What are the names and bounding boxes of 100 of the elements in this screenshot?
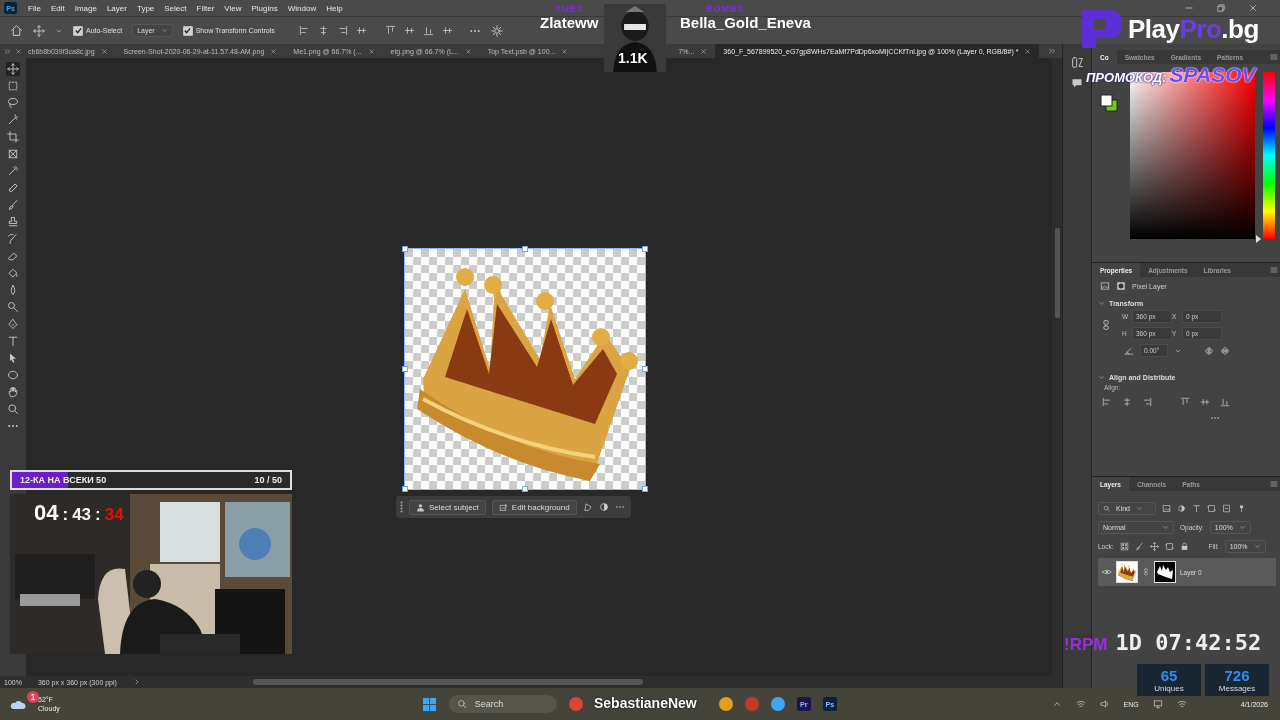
- menu-item[interactable]: Help: [321, 3, 348, 13]
- filter-icon[interactable]: [1192, 504, 1201, 513]
- lasso-icon[interactable]: [6, 96, 20, 110]
- marquee-icon[interactable]: [6, 79, 20, 93]
- monitor-icon[interactable]: [1152, 699, 1163, 709]
- brush-icon[interactable]: [1134, 542, 1144, 551]
- transform-handle[interactable]: [642, 246, 648, 252]
- history-brush-icon[interactable]: [6, 232, 20, 246]
- transform-handle[interactable]: [642, 486, 648, 492]
- checkbox[interactable]: [73, 25, 83, 36]
- align-icon[interactable]: [441, 25, 453, 36]
- crop-icon[interactable]: [6, 130, 20, 144]
- menu-item[interactable]: Layer: [101, 3, 132, 13]
- scrollbar-thumb[interactable]: [252, 679, 643, 685]
- align-icon[interactable]: [1200, 397, 1210, 407]
- align-icon[interactable]: [355, 25, 367, 36]
- close-icon[interactable]: [15, 47, 22, 55]
- close-icon[interactable]: [464, 47, 472, 55]
- close-icon[interactable]: [1248, 3, 1258, 13]
- lock-icon[interactable]: [1179, 542, 1189, 551]
- ellipse-icon[interactable]: [6, 368, 20, 382]
- home-icon[interactable]: [10, 24, 23, 37]
- frame-icon[interactable]: [6, 147, 20, 161]
- select-subject-button[interactable]: Select subject: [409, 499, 486, 515]
- search-bar[interactable]: Search: [448, 695, 557, 713]
- bandage-icon[interactable]: [6, 181, 20, 195]
- move-icon[interactable]: [6, 62, 20, 76]
- network-icon[interactable]: [1075, 699, 1086, 709]
- align-icon[interactable]: [1180, 397, 1190, 407]
- menu-item[interactable]: Type: [131, 3, 160, 13]
- chevron-up-icon[interactable]: [1051, 699, 1062, 709]
- close-icon[interactable]: [100, 47, 108, 55]
- shape-icon[interactable]: [582, 502, 593, 512]
- bucket-icon[interactable]: [6, 266, 20, 280]
- close-icon[interactable]: [561, 47, 569, 55]
- close-icon[interactable]: [367, 47, 375, 55]
- flip-horizontal-icon[interactable]: [1204, 345, 1214, 356]
- align-icon[interactable]: [422, 25, 434, 36]
- filter-icon[interactable]: [1177, 504, 1186, 513]
- hand-icon[interactable]: [6, 385, 20, 399]
- filter-icon[interactable]: [1237, 504, 1246, 513]
- menu-item[interactable]: Window: [282, 3, 322, 13]
- filter-icon[interactable]: [1207, 504, 1216, 513]
- menu-item[interactable]: Image: [69, 3, 102, 13]
- slider-thumb[interactable]: [1256, 235, 1261, 243]
- checker-icon[interactable]: [1119, 542, 1129, 551]
- close-icon[interactable]: [1024, 47, 1032, 55]
- menu-item[interactable]: Edit: [45, 3, 70, 13]
- network-icon[interactable]: [1176, 699, 1187, 709]
- align-icon[interactable]: [384, 25, 396, 36]
- menu-item[interactable]: View: [219, 3, 247, 13]
- chevron-icon[interactable]: [1098, 374, 1105, 381]
- eraser-icon[interactable]: [6, 249, 20, 263]
- app-icon[interactable]: [568, 697, 583, 711]
- transform-handle[interactable]: [522, 486, 528, 492]
- pen-icon[interactable]: [6, 317, 20, 331]
- filter-icon[interactable]: [1222, 504, 1231, 513]
- expand-icon[interactable]: [4, 47, 11, 55]
- magnifier-icon[interactable]: [6, 300, 20, 314]
- zoom-icon[interactable]: [6, 402, 20, 416]
- transform-handle[interactable]: [402, 366, 408, 372]
- edit-background-button[interactable]: Edit background: [491, 499, 577, 515]
- settings-icon[interactable]: [490, 24, 503, 37]
- move-icon[interactable]: [33, 24, 45, 37]
- scrollbar-thumb[interactable]: [1054, 228, 1060, 318]
- align-icon[interactable]: [298, 25, 310, 36]
- brush-icon[interactable]: [6, 198, 20, 212]
- checkbox[interactable]: [182, 25, 193, 36]
- chevron-icon[interactable]: [1098, 300, 1105, 307]
- menu-item[interactable]: File: [23, 3, 46, 13]
- stamp-icon[interactable]: [6, 215, 20, 229]
- speaker-icon[interactable]: [1099, 699, 1110, 709]
- chain-icon[interactable]: [1142, 568, 1150, 576]
- crop-icon[interactable]: [1164, 542, 1174, 551]
- windows-icon[interactable]: [421, 696, 437, 712]
- transform-handle[interactable]: [402, 246, 408, 252]
- comment-icon[interactable]: [1071, 77, 1083, 89]
- menu-item[interactable]: Filter: [191, 3, 220, 13]
- flip-vertical-icon[interactable]: [1220, 345, 1230, 356]
- filter-icon[interactable]: [1162, 504, 1171, 513]
- align-icon[interactable]: [1102, 397, 1112, 407]
- app-icon[interactable]: [718, 697, 733, 711]
- magic-wand-icon[interactable]: [6, 113, 20, 127]
- restore-icon[interactable]: [1216, 3, 1226, 13]
- close-icon[interactable]: [700, 47, 708, 55]
- menu-item[interactable]: Plugins: [246, 3, 283, 13]
- type-icon[interactable]: [6, 334, 20, 348]
- eyedropper-icon[interactable]: [6, 164, 20, 178]
- menu-item[interactable]: Select: [159, 3, 192, 13]
- align-icon[interactable]: [403, 25, 415, 36]
- app-icon[interactable]: [770, 697, 785, 711]
- move-icon[interactable]: [1149, 542, 1159, 551]
- transform-handle[interactable]: [522, 246, 528, 252]
- expand-icon[interactable]: [1048, 47, 1056, 55]
- contrast-icon[interactable]: [598, 502, 609, 512]
- transform-handle[interactable]: [642, 366, 648, 372]
- eye-icon[interactable]: [1102, 567, 1112, 577]
- transform-handle[interactable]: [402, 486, 408, 492]
- align-icon[interactable]: [1122, 397, 1132, 407]
- align-icon[interactable]: [1142, 397, 1152, 407]
